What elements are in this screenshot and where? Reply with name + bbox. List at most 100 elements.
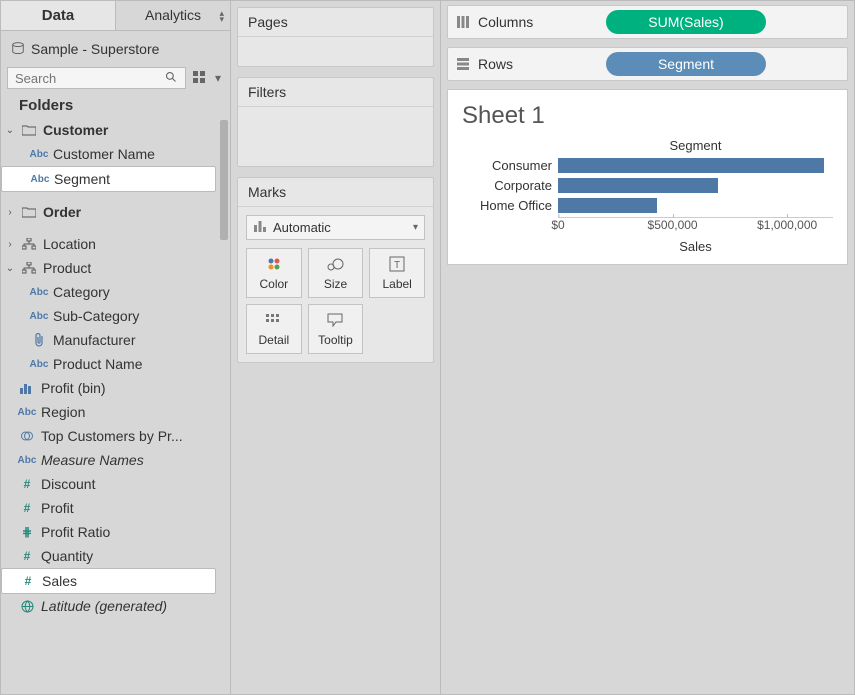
field-profit[interactable]: #Profit xyxy=(1,496,216,520)
columns-shelf[interactable]: Columns SUM(Sales) xyxy=(447,5,848,39)
scrollbar-thumb[interactable] xyxy=(220,120,228,240)
bar-row: Corporate xyxy=(462,175,833,195)
marks-detail-label: Detail xyxy=(258,333,289,347)
folder-icon xyxy=(21,206,37,218)
field-latitude[interactable]: Latitude (generated) xyxy=(1,594,216,618)
search-input-wrapper[interactable] xyxy=(7,67,186,89)
field-discount-label: Discount xyxy=(41,476,95,492)
field-quantity[interactable]: # Quantity xyxy=(1,544,216,568)
search-input[interactable] xyxy=(13,70,162,87)
marks-color-button[interactable]: Color xyxy=(246,248,302,298)
spacer xyxy=(1,224,216,232)
mark-type-dropdown[interactable]: Automatic ▾ xyxy=(246,215,425,240)
pages-card[interactable]: Pages xyxy=(237,7,434,67)
tab-analytics[interactable]: Analytics ▴▾ xyxy=(116,1,230,30)
hierarchy-product[interactable]: ⌄ Product xyxy=(1,256,216,280)
field-sales[interactable]: #Sales xyxy=(1,568,216,594)
set-icon xyxy=(19,430,35,442)
view-menu-caret-icon[interactable]: ▾ xyxy=(212,69,224,87)
bar[interactable] xyxy=(558,198,657,213)
field-segment-label: Segment xyxy=(54,171,110,187)
chevron-right-icon: › xyxy=(5,207,15,218)
field-sub-category[interactable]: AbcSub-Category xyxy=(1,304,216,328)
marks-size-button[interactable]: Size xyxy=(308,248,364,298)
abc-icon: Abc xyxy=(19,455,35,466)
hierarchy-location[interactable]: › Location xyxy=(1,232,216,256)
field-product-name-label: Product Name xyxy=(53,356,142,372)
number-icon: # xyxy=(20,574,36,588)
pages-title: Pages xyxy=(238,8,433,37)
rows-shelf[interactable]: Rows Segment xyxy=(447,47,848,81)
field-top-customers[interactable]: Top Customers by Pr... xyxy=(1,424,216,448)
field-category[interactable]: AbcCategory xyxy=(1,280,216,304)
datasource-row[interactable]: Sample - Superstore xyxy=(1,31,230,67)
search-icon xyxy=(162,69,180,88)
tab-analytics-label: Analytics xyxy=(145,7,201,23)
filters-title: Filters xyxy=(238,78,433,107)
tooltip-icon xyxy=(327,311,343,329)
updown-icon: ▴▾ xyxy=(219,10,224,22)
marks-label-button[interactable]: T Label xyxy=(369,248,425,298)
abc-icon: Abc xyxy=(31,149,47,160)
filters-card[interactable]: Filters xyxy=(237,77,434,167)
field-manufacturer[interactable]: Manufacturer xyxy=(1,328,216,352)
globe-icon xyxy=(19,600,35,613)
folder-icon xyxy=(21,124,37,136)
abc-icon: Abc xyxy=(31,311,47,322)
axis-tick: $500,000 xyxy=(648,218,698,232)
rows-pill[interactable]: Segment xyxy=(606,52,766,76)
marks-tooltip-label: Tooltip xyxy=(318,333,353,347)
chart-dim-title: Segment xyxy=(462,138,833,153)
bar-label: Home Office xyxy=(462,198,558,213)
field-measure-names[interactable]: AbcMeasure Names xyxy=(1,448,216,472)
axis-tick: $1,000,000 xyxy=(757,218,817,232)
field-customer-name[interactable]: Abc Customer Name xyxy=(1,142,216,166)
chevron-down-icon: ⌄ xyxy=(5,263,15,274)
columns-pill-label: SUM(Sales) xyxy=(648,14,723,30)
field-category-label: Category xyxy=(53,284,110,300)
field-latitude-label: Latitude (generated) xyxy=(41,598,167,614)
bar-label: Corporate xyxy=(462,178,558,193)
marks-tooltip-button[interactable]: Tooltip xyxy=(308,304,364,354)
columns-label: Columns xyxy=(478,14,598,30)
label-icon: T xyxy=(389,255,405,273)
bar[interactable] xyxy=(558,178,718,193)
field-profit-ratio[interactable]: ⋕Profit Ratio xyxy=(1,520,216,544)
sheet-title[interactable]: Sheet 1 xyxy=(462,102,833,130)
marks-color-label: Color xyxy=(259,277,288,291)
marks-card: Marks Automatic ▾ Color Size T Label xyxy=(237,177,434,363)
database-icon xyxy=(11,42,25,56)
number-icon: # xyxy=(19,549,35,563)
fields-tree: ⌄ Customer Abc Customer Name Abc Segment… xyxy=(1,118,230,694)
field-region[interactable]: AbcRegion xyxy=(1,400,216,424)
bar-row: Home Office xyxy=(462,195,833,215)
columns-pill[interactable]: SUM(Sales) xyxy=(606,10,766,34)
spacer xyxy=(1,192,216,200)
view-grid-icon[interactable] xyxy=(190,69,208,88)
axis-tick: $0 xyxy=(551,218,564,232)
mark-type-label: Automatic xyxy=(273,220,331,235)
tree-scrollbar[interactable] xyxy=(218,118,230,694)
field-profit-bin-label: Profit (bin) xyxy=(41,380,106,396)
worksheet-view: Sheet 1 Segment Consumer Corporate Home Of… xyxy=(447,89,848,265)
folder-order[interactable]: › Order xyxy=(1,200,216,224)
detail-icon xyxy=(266,311,282,329)
marks-detail-button[interactable]: Detail xyxy=(246,304,302,354)
folder-customer[interactable]: ⌄ Customer xyxy=(1,118,216,142)
abc-icon: Abc xyxy=(31,359,47,370)
field-top-customers-label: Top Customers by Pr... xyxy=(41,428,183,444)
chart: Segment Consumer Corporate Home Office $0 $… xyxy=(462,138,833,254)
rows-pill-label: Segment xyxy=(658,56,714,72)
field-discount[interactable]: # Discount xyxy=(1,472,216,496)
field-quantity-label: Quantity xyxy=(41,548,93,564)
field-profit-bin[interactable]: Profit (bin) xyxy=(1,376,216,400)
tab-data[interactable]: Data xyxy=(1,1,116,30)
field-product-name[interactable]: Abc Product Name xyxy=(1,352,216,376)
bar-vertical-icon xyxy=(253,219,267,236)
bar-label: Consumer xyxy=(462,158,558,173)
field-customer-name-label: Customer Name xyxy=(53,146,155,162)
bar[interactable] xyxy=(558,158,824,173)
calc-number-icon: ⋕ xyxy=(19,525,35,539)
number-icon: # xyxy=(19,477,35,491)
field-segment[interactable]: Abc Segment xyxy=(1,166,216,192)
